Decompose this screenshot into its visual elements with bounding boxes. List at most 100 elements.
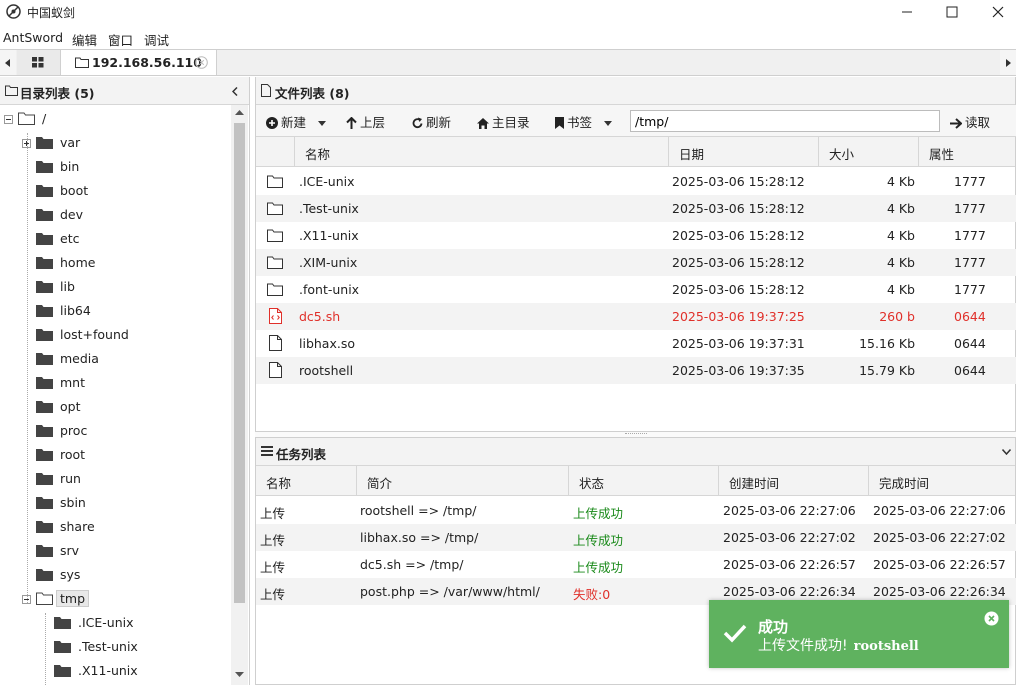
- scrollbar-thumb[interactable]: [234, 123, 245, 603]
- tree-item-label: run: [60, 471, 81, 486]
- column-attr[interactable]: 属性: [918, 137, 1015, 167]
- tree-item[interactable]: tmp: [0, 588, 230, 610]
- task-column-finished[interactable]: 完成时间: [868, 466, 1015, 496]
- tree-item[interactable]: lib: [0, 276, 230, 298]
- scroll-up-icon[interactable]: [235, 110, 244, 115]
- tree-item[interactable]: run: [0, 468, 230, 490]
- task-status: 上传成功: [573, 560, 624, 575]
- collapse-toggle-icon[interactable]: [4, 115, 13, 124]
- column-name[interactable]: 名称: [294, 137, 668, 167]
- home-dir-button[interactable]: 主目录: [477, 112, 530, 131]
- tree-item[interactable]: etc: [0, 228, 230, 250]
- menu-window[interactable]: 窗口: [108, 30, 133, 49]
- folder-outline-icon: [75, 57, 89, 68]
- tree-item[interactable]: proc: [0, 420, 230, 442]
- tree-item[interactable]: opt: [0, 396, 230, 418]
- tree-item[interactable]: root: [0, 444, 230, 466]
- arrow-right-icon: [950, 118, 962, 129]
- up-button[interactable]: 上层: [346, 112, 385, 131]
- maximize-button[interactable]: [929, 0, 975, 24]
- task-desc: libhax.so => /tmp/: [360, 530, 479, 545]
- directory-panel: 目录列表 (5) / var bin boot dev etc home lib lib64 lo…: [0, 77, 250, 685]
- tree-item[interactable]: share: [0, 516, 230, 538]
- tree-scrollbar[interactable]: [231, 105, 248, 685]
- close-window-button[interactable]: [975, 0, 1016, 24]
- minimize-button[interactable]: [884, 0, 930, 24]
- file-row[interactable]: .XIM-unix 2025-03-06 15:28:12 4 Kb 1777: [256, 249, 1016, 276]
- task-row[interactable]: 上传 libhax.so => /tmp/上传成功 2025-03-06 22:27…: [256, 524, 1016, 551]
- task-desc: dc5.sh => /tmp/: [360, 557, 464, 572]
- task-column-desc[interactable]: 简介: [356, 466, 568, 496]
- task-name: 上传: [260, 587, 286, 602]
- task-row[interactable]: 上传 rootshell => /tmp/上传成功 2025-03-06 22:27…: [256, 497, 1016, 524]
- refresh-button[interactable]: 刷新: [412, 112, 451, 131]
- task-row[interactable]: 上传 dc5.sh => /tmp/上传成功 2025-03-06 22:26:57…: [256, 551, 1016, 578]
- folder-icon: [36, 496, 53, 509]
- tree-item[interactable]: .Test-unix: [0, 636, 230, 658]
- file-date: 2025-03-06 19:37:25: [672, 309, 805, 324]
- tree-item[interactable]: lost+found: [0, 324, 230, 346]
- tab-shell[interactable]: 192.168.56.110: [61, 50, 217, 75]
- task-status: 失败:0: [573, 587, 611, 602]
- menu-antsword[interactable]: AntSword: [3, 30, 63, 45]
- tree-item[interactable]: sys: [0, 564, 230, 586]
- file-row[interactable]: .font-unix 2025-03-06 15:28:12 4 Kb 1777: [256, 276, 1016, 303]
- tree-item[interactable]: mnt: [0, 372, 230, 394]
- tab-scroll-right-button[interactable]: [1000, 50, 1016, 75]
- task-name: 上传: [260, 506, 286, 521]
- tree-item[interactable]: home: [0, 252, 230, 274]
- chevron-down-icon[interactable]: [1002, 449, 1011, 455]
- menu-edit[interactable]: 编辑: [72, 30, 97, 49]
- new-button-label: 新建: [281, 115, 307, 130]
- tree-guide-line: [27, 133, 28, 603]
- tree-item[interactable]: srv: [0, 540, 230, 562]
- file-size: 4 Kb: [886, 255, 915, 270]
- read-button[interactable]: 读取: [950, 112, 990, 131]
- file-row[interactable]: .ICE-unix 2025-03-06 15:28:12 4 Kb 1777: [256, 168, 1016, 195]
- tree-item[interactable]: /: [0, 108, 230, 130]
- file-toolbar: 新建 上层 刷新 主目录 书签 读取: [256, 105, 1016, 137]
- tree-item-label: boot: [60, 183, 89, 198]
- file-size: 4 Kb: [886, 282, 915, 297]
- file-row[interactable]: rootshell 2025-03-06 19:37:35 15.79 Kb 0644: [256, 357, 1016, 384]
- tree-item[interactable]: .ICE-unix: [0, 612, 230, 634]
- file-date: 2025-03-06 19:37:31: [672, 336, 805, 351]
- tree-item[interactable]: lib64: [0, 300, 230, 322]
- task-column-name[interactable]: 名称: [256, 466, 356, 496]
- column-size[interactable]: 大小: [818, 137, 918, 167]
- tree-item[interactable]: var: [0, 132, 230, 154]
- menu-debug[interactable]: 调试: [144, 30, 169, 49]
- tab-scroll-left-button[interactable]: [0, 50, 16, 75]
- file-row[interactable]: dc5.sh 2025-03-06 19:37:25 260 b 0644: [256, 303, 1016, 330]
- file-row[interactable]: .Test-unix 2025-03-06 15:28:12 4 Kb 1777: [256, 195, 1016, 222]
- folder-icon: [267, 256, 283, 269]
- toast-title: 成功: [758, 618, 789, 636]
- collapse-left-icon[interactable]: [232, 87, 238, 96]
- tree-item[interactable]: .X11-unix: [0, 660, 230, 682]
- task-created: 2025-03-06 22:26:34: [723, 584, 856, 599]
- tree-item-label: mnt: [60, 375, 85, 390]
- tab-home[interactable]: [17, 50, 61, 75]
- bookmark-button[interactable]: 书签: [555, 112, 612, 131]
- file-row[interactable]: libhax.so 2025-03-06 19:37:31 15.16 Kb 0644: [256, 330, 1016, 357]
- tab-close-icon[interactable]: [195, 56, 208, 69]
- path-input[interactable]: [630, 110, 940, 132]
- scroll-down-icon[interactable]: [235, 672, 244, 677]
- window-title: 中国蚁剑: [27, 6, 76, 20]
- tree-item[interactable]: media: [0, 348, 230, 370]
- task-finished: 2025-03-06 22:26:57: [873, 557, 1006, 572]
- tree-item-label: lib64: [60, 303, 91, 318]
- tree-item[interactable]: boot: [0, 180, 230, 202]
- tree-item[interactable]: bin: [0, 156, 230, 178]
- tree-item[interactable]: dev: [0, 204, 230, 226]
- tree-item[interactable]: sbin: [0, 492, 230, 514]
- task-column-created[interactable]: 创建时间: [718, 466, 868, 496]
- folder-icon: [36, 448, 53, 461]
- file-row[interactable]: .X11-unix 2025-03-06 15:28:12 4 Kb 1777: [256, 222, 1016, 249]
- toast-close-icon[interactable]: [984, 611, 999, 626]
- file-date: 2025-03-06 15:28:12: [672, 228, 805, 243]
- task-column-status[interactable]: 状态: [568, 466, 718, 496]
- new-button[interactable]: 新建: [266, 112, 326, 131]
- column-date[interactable]: 日期: [668, 137, 818, 167]
- tree-item-label: etc: [60, 231, 80, 246]
